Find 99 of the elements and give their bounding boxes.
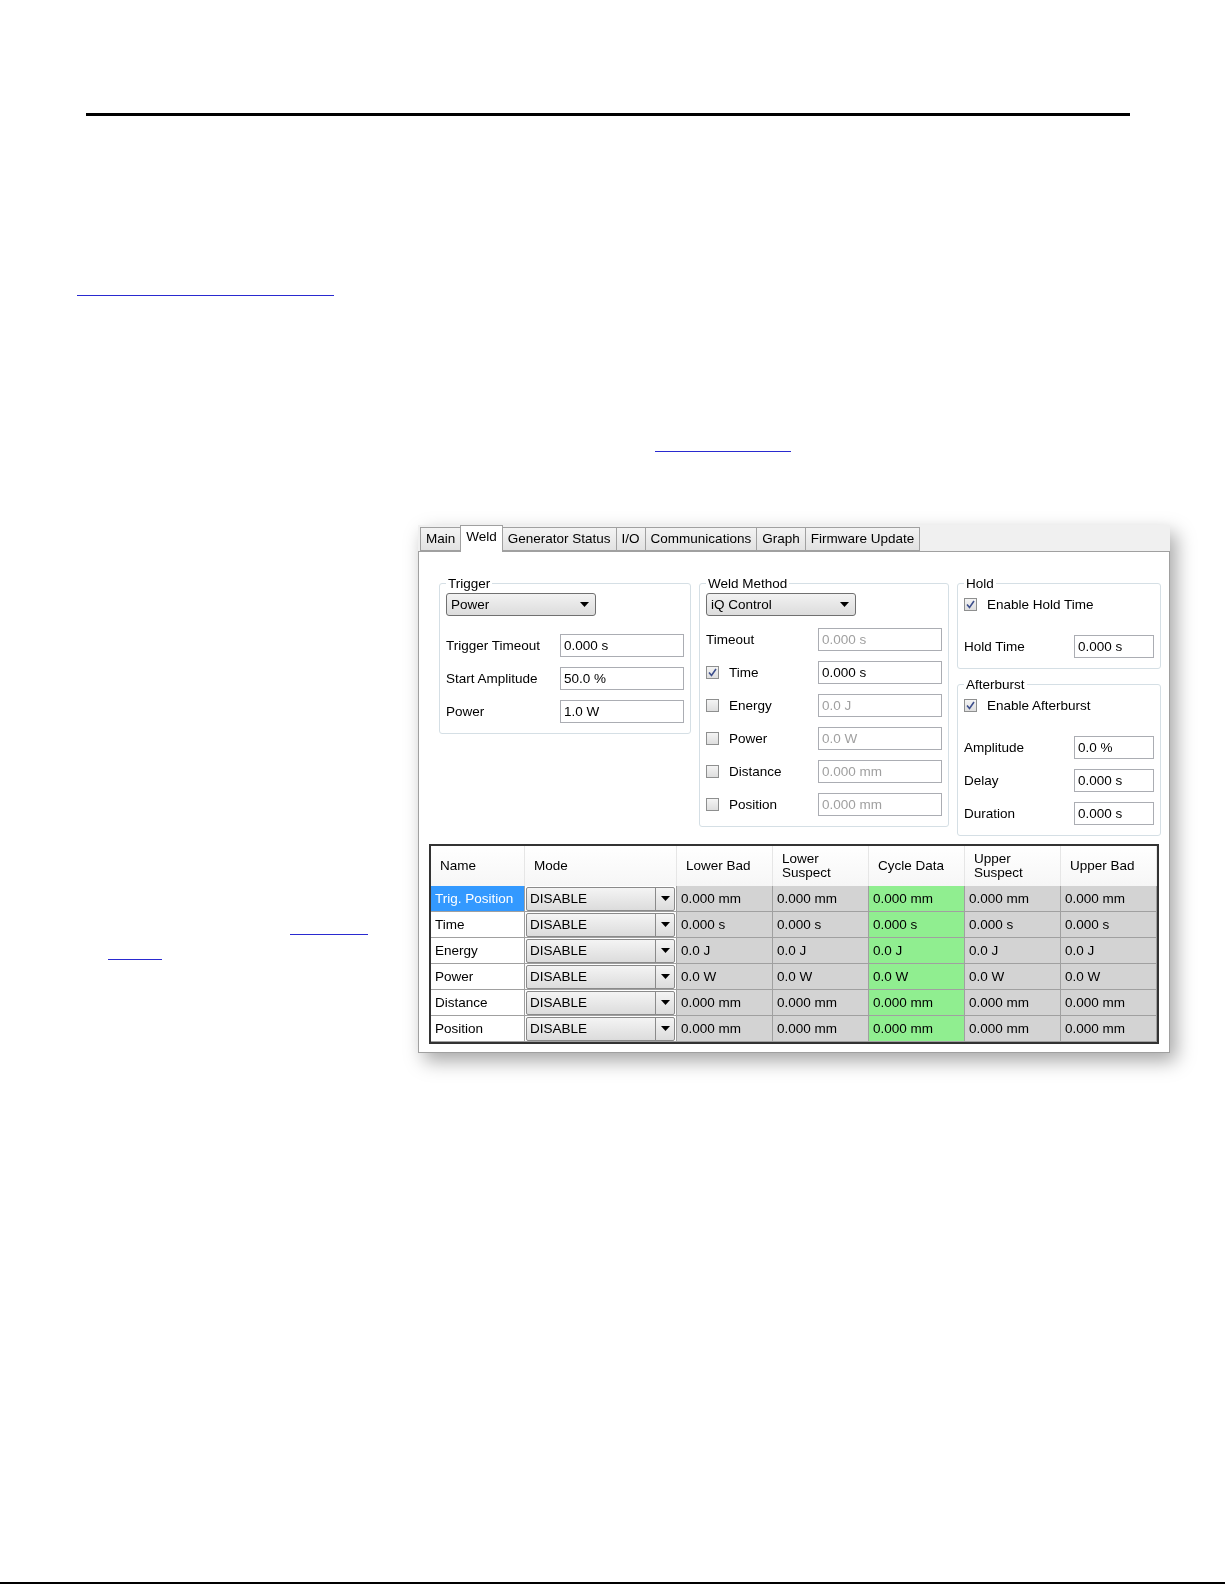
table-cell: 0.000 mm — [677, 990, 773, 1016]
table-cell: 0.0 J — [869, 938, 965, 964]
input-field[interactable]: 0.000 s — [818, 661, 942, 684]
table-cell: 0.000 mm — [1061, 886, 1157, 912]
mode-dropdown[interactable]: DISABLE — [526, 1016, 675, 1041]
field-label: Power — [446, 704, 486, 719]
tab[interactable]: Weld — [460, 525, 503, 552]
row-name-cell[interactable]: Position — [431, 1016, 525, 1042]
table-cell: 0.0 J — [1061, 938, 1157, 964]
checkbox-label: Enable Hold Time — [987, 596, 1094, 612]
column-header[interactable]: Upper Suspect — [965, 846, 1061, 886]
input-field[interactable]: 0.000 s — [1074, 769, 1154, 792]
dropdown[interactable]: iQ Control — [706, 593, 856, 616]
tab[interactable]: Generator Status — [501, 527, 617, 551]
input-field[interactable]: 0.000 s — [1074, 635, 1154, 658]
group-title: Trigger — [447, 576, 492, 591]
table-cell: 0.0 J — [773, 938, 869, 964]
column-header[interactable]: Name — [431, 846, 525, 886]
tab[interactable]: Main — [420, 527, 462, 551]
field-label: Duration — [964, 806, 1017, 821]
column-header[interactable]: Lower Bad — [677, 846, 773, 886]
group-title: Afterburst — [965, 677, 1026, 692]
table-cell: 0.000 mm — [965, 886, 1061, 912]
field-label: Delay — [964, 773, 1000, 788]
table-cell: 0.000 mm — [1061, 1016, 1157, 1042]
table-cell: 0.000 mm — [869, 990, 965, 1016]
table-cell: 0.000 mm — [869, 886, 965, 912]
checkbox-label: Position — [729, 797, 778, 812]
mode-dropdown[interactable]: DISABLE — [526, 938, 675, 963]
row-name-cell[interactable]: Power — [431, 964, 525, 990]
checkbox-label: Power — [729, 731, 768, 746]
table-cell: 0.000 mm — [869, 1016, 965, 1042]
checkbox-label: Distance — [729, 764, 782, 779]
table-cell: 0.0 W — [677, 964, 773, 990]
table-cell: 0.000 s — [965, 912, 1061, 938]
column-header[interactable]: Lower Suspect — [773, 846, 869, 886]
tab[interactable]: Graph — [756, 527, 806, 551]
input-field[interactable]: 1.0 W — [560, 700, 684, 723]
row-name-cell[interactable]: Energy — [431, 938, 525, 964]
table-cell: 0.0 J — [677, 938, 773, 964]
column-header[interactable]: Upper Bad — [1061, 846, 1157, 886]
table-cell: 0.000 s — [1061, 912, 1157, 938]
caret-icon — [580, 602, 589, 607]
input-field[interactable]: 0.000 s — [1074, 802, 1154, 825]
checkbox-label: Enable Afterburst — [987, 697, 1091, 713]
table-cell: 0.000 mm — [773, 886, 869, 912]
group-title: Hold — [965, 576, 995, 591]
field-label: Trigger Timeout — [446, 638, 542, 653]
checkbox-label: Time — [729, 665, 759, 680]
table-cell: 0.0 W — [965, 964, 1061, 990]
field-label: Amplitude — [964, 740, 1026, 755]
field-label: Hold Time — [964, 639, 1026, 654]
table-cell: 0.0 W — [773, 964, 869, 990]
group-title: Weld Method — [707, 576, 789, 591]
caret-icon — [660, 974, 670, 979]
checkbox[interactable] — [964, 597, 977, 611]
table-cell: 0.0 W — [1061, 964, 1157, 990]
mode-dropdown[interactable]: DISABLE — [526, 912, 675, 937]
table-cell: 0.000 mm — [773, 1016, 869, 1042]
checkbox[interactable] — [706, 732, 719, 745]
tab[interactable]: Communications — [644, 527, 758, 551]
checkbox-label: Energy — [729, 698, 772, 713]
table-cell: 0.000 mm — [965, 990, 1061, 1016]
input-field[interactable]: 0.0 % — [1074, 736, 1154, 759]
dropdown[interactable]: Power — [446, 593, 596, 616]
checkbox[interactable] — [964, 698, 977, 712]
mode-dropdown[interactable]: DISABLE — [526, 964, 675, 989]
field-label: Start Amplitude — [446, 671, 539, 686]
column-header[interactable]: Mode — [525, 846, 677, 886]
table-cell: 0.000 mm — [677, 886, 773, 912]
table-cell: 0.000 mm — [1061, 990, 1157, 1016]
table-cell: 0.000 mm — [965, 1016, 1061, 1042]
row-name-cell[interactable]: Time — [431, 912, 525, 938]
input-field[interactable]: 50.0 % — [560, 667, 684, 690]
caret-icon — [660, 896, 670, 901]
table-cell: 0.0 J — [965, 938, 1061, 964]
table-cell: 0.000 mm — [677, 1016, 773, 1042]
table-cell: 0.0 W — [869, 964, 965, 990]
tab[interactable]: I/O — [615, 527, 646, 551]
checkbox[interactable] — [706, 666, 719, 679]
checkbox[interactable] — [706, 765, 719, 778]
column-header[interactable]: Cycle Data — [869, 846, 965, 886]
checkbox[interactable] — [706, 798, 719, 811]
input-field[interactable]: 0.000 s — [560, 634, 684, 657]
caret-icon — [840, 602, 849, 607]
checkbox[interactable] — [706, 699, 719, 712]
table-cell: 0.000 s — [773, 912, 869, 938]
caret-icon — [660, 1000, 670, 1005]
mode-dropdown[interactable]: DISABLE — [526, 886, 675, 911]
field-label: Timeout — [706, 632, 756, 647]
caret-icon — [660, 922, 670, 927]
table-cell: 0.000 s — [677, 912, 773, 938]
table-cell: 0.000 mm — [773, 990, 869, 1016]
mode-dropdown[interactable]: DISABLE — [526, 990, 675, 1015]
row-name-cell[interactable]: Distance — [431, 990, 525, 1016]
table-cell: 0.000 s — [869, 912, 965, 938]
caret-icon — [660, 948, 670, 953]
caret-icon — [660, 1026, 670, 1031]
tab[interactable]: Firmware Update — [804, 527, 921, 551]
